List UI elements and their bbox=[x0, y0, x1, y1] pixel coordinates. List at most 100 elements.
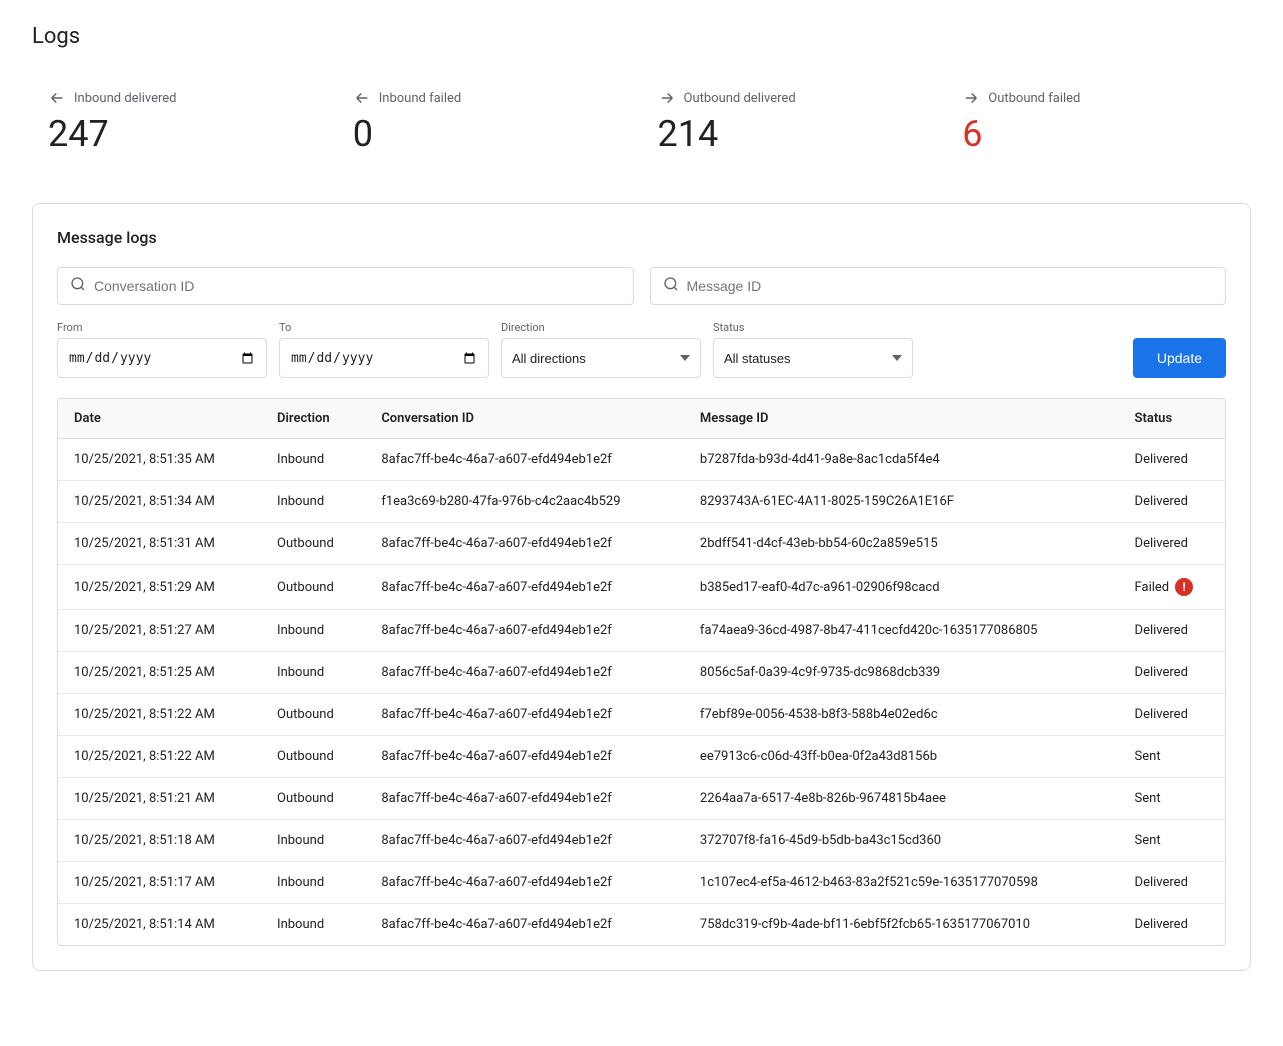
cell-message-id: f7ebf89e-0056-4538-b8f3-588b4e02ed6c bbox=[684, 694, 1119, 736]
table-row[interactable]: 10/25/2021, 8:51:21 AMOutbound8afac7ff-b… bbox=[58, 778, 1225, 820]
cell-conversation-id: 8afac7ff-be4c-46a7-a607-efd494eb1e2f bbox=[365, 439, 684, 481]
cell-message-id: 372707f8-fa16-45d9-b5db-ba43c15cd360 bbox=[684, 820, 1119, 862]
stat-label-inbound-failed: Inbound failed bbox=[353, 89, 618, 107]
cell-message-id: 8293743A-61EC-4A11-8025-159C26A1E16F bbox=[684, 481, 1119, 523]
logs-table: DateDirectionConversation IDMessage IDSt… bbox=[58, 399, 1225, 945]
card-title: Message logs bbox=[57, 228, 1226, 247]
table-row[interactable]: 10/25/2021, 8:51:34 AMInboundf1ea3c69-b2… bbox=[58, 481, 1225, 523]
stat-label-inbound-delivered: Inbound delivered bbox=[48, 89, 313, 107]
conversation-search-icon bbox=[70, 276, 86, 296]
stat-value-outbound-delivered: 214 bbox=[658, 113, 923, 155]
stat-label-outbound-failed: Outbound failed bbox=[962, 89, 1227, 107]
to-date-input[interactable] bbox=[279, 338, 489, 378]
cell-date: 10/25/2021, 8:51:27 AM bbox=[58, 610, 261, 652]
cell-status: Delivered bbox=[1119, 652, 1225, 694]
table-row[interactable]: 10/25/2021, 8:51:18 AMInbound8afac7ff-be… bbox=[58, 820, 1225, 862]
cell-direction: Inbound bbox=[261, 481, 365, 523]
status-select[interactable]: All statusesDeliveredSentFailed bbox=[713, 338, 913, 378]
direction-label: Direction bbox=[501, 321, 701, 334]
message-search-box bbox=[650, 267, 1227, 305]
cell-message-id: 758dc319-cf9b-4ade-bf11-6ebf5f2fcb65-163… bbox=[684, 904, 1119, 946]
cell-date: 10/25/2021, 8:51:18 AM bbox=[58, 820, 261, 862]
status-label: Status bbox=[713, 321, 913, 334]
cell-conversation-id: 8afac7ff-be4c-46a7-a607-efd494eb1e2f bbox=[365, 862, 684, 904]
stat-icon-outbound-delivered bbox=[658, 89, 676, 107]
stat-outbound-failed: Outbound failed 6 bbox=[946, 77, 1251, 171]
stat-value-inbound-delivered: 247 bbox=[48, 113, 313, 155]
cell-direction: Inbound bbox=[261, 862, 365, 904]
cell-status: Delivered bbox=[1119, 439, 1225, 481]
cell-conversation-id: 8afac7ff-be4c-46a7-a607-efd494eb1e2f bbox=[365, 610, 684, 652]
th-status: Status bbox=[1119, 399, 1225, 439]
stat-value-inbound-failed: 0 bbox=[353, 113, 618, 155]
direction-filter-group: Direction All directionsInboundOutbound bbox=[501, 321, 701, 378]
cell-status: Sent bbox=[1119, 736, 1225, 778]
cell-message-id: b7287fda-b93d-4d41-9a8e-8ac1cda5f4e4 bbox=[684, 439, 1119, 481]
header-row: DateDirectionConversation IDMessage IDSt… bbox=[58, 399, 1225, 439]
stats-row: Inbound delivered 247 Inbound failed 0 O… bbox=[32, 77, 1251, 171]
table-row[interactable]: 10/25/2021, 8:51:27 AMInbound8afac7ff-be… bbox=[58, 610, 1225, 652]
cell-message-id: b385ed17-eaf0-4d7c-a961-02906f98cacd bbox=[684, 565, 1119, 610]
cell-date: 10/25/2021, 8:51:22 AM bbox=[58, 736, 261, 778]
cell-status: Delivered bbox=[1119, 523, 1225, 565]
cell-date: 10/25/2021, 8:51:31 AM bbox=[58, 523, 261, 565]
direction-select[interactable]: All directionsInboundOutbound bbox=[501, 338, 701, 378]
page-title: Logs bbox=[32, 24, 1251, 49]
cell-direction: Inbound bbox=[261, 439, 365, 481]
table-row[interactable]: 10/25/2021, 8:51:29 AMOutbound8afac7ff-b… bbox=[58, 565, 1225, 610]
to-label: To bbox=[279, 321, 489, 334]
cell-direction: Inbound bbox=[261, 820, 365, 862]
table-row[interactable]: 10/25/2021, 8:51:31 AMOutbound8afac7ff-b… bbox=[58, 523, 1225, 565]
cell-direction: Outbound bbox=[261, 565, 365, 610]
cell-date: 10/25/2021, 8:51:29 AM bbox=[58, 565, 261, 610]
cell-status: Delivered bbox=[1119, 694, 1225, 736]
cell-date: 10/25/2021, 8:51:14 AM bbox=[58, 904, 261, 946]
update-button[interactable]: Update bbox=[1133, 338, 1226, 378]
table-row[interactable]: 10/25/2021, 8:51:25 AMInbound8afac7ff-be… bbox=[58, 652, 1225, 694]
cell-message-id: 2bdff541-d4cf-43eb-bb54-60c2a859e515 bbox=[684, 523, 1119, 565]
cell-conversation-id: 8afac7ff-be4c-46a7-a607-efd494eb1e2f bbox=[365, 736, 684, 778]
cell-message-id: ee7913c6-c06d-43ff-b0ea-0f2a43d8156b bbox=[684, 736, 1119, 778]
cell-status: Failed ! bbox=[1119, 565, 1225, 610]
th-date: Date bbox=[58, 399, 261, 439]
message-logs-card: Message logs Fro bbox=[32, 203, 1251, 971]
cell-direction: Outbound bbox=[261, 778, 365, 820]
cell-conversation-id: f1ea3c69-b280-47fa-976b-c4c2aac4b529 bbox=[365, 481, 684, 523]
cell-conversation-id: 8afac7ff-be4c-46a7-a607-efd494eb1e2f bbox=[365, 778, 684, 820]
cell-date: 10/25/2021, 8:51:17 AM bbox=[58, 862, 261, 904]
table-row[interactable]: 10/25/2021, 8:51:22 AMOutbound8afac7ff-b… bbox=[58, 736, 1225, 778]
stat-icon-inbound-delivered bbox=[48, 89, 66, 107]
cell-date: 10/25/2021, 8:51:21 AM bbox=[58, 778, 261, 820]
table-body: 10/25/2021, 8:51:35 AMInbound8afac7ff-be… bbox=[58, 439, 1225, 946]
cell-status: Sent bbox=[1119, 778, 1225, 820]
cell-status: Sent bbox=[1119, 820, 1225, 862]
cell-status: Delivered bbox=[1119, 862, 1225, 904]
stat-value-outbound-failed: 6 bbox=[962, 113, 1227, 155]
logs-table-container: DateDirectionConversation IDMessage IDSt… bbox=[57, 398, 1226, 946]
table-row[interactable]: 10/25/2021, 8:51:14 AMInbound8afac7ff-be… bbox=[58, 904, 1225, 946]
from-filter-group: From bbox=[57, 321, 267, 378]
cell-status: Delivered bbox=[1119, 904, 1225, 946]
status-failed-badge: Failed ! bbox=[1135, 578, 1209, 596]
cell-direction: Outbound bbox=[261, 523, 365, 565]
stat-outbound-delivered: Outbound delivered 214 bbox=[642, 77, 947, 171]
cell-date: 10/25/2021, 8:51:35 AM bbox=[58, 439, 261, 481]
cell-date: 10/25/2021, 8:51:25 AM bbox=[58, 652, 261, 694]
cell-conversation-id: 8afac7ff-be4c-46a7-a607-efd494eb1e2f bbox=[365, 565, 684, 610]
table-row[interactable]: 10/25/2021, 8:51:35 AMInbound8afac7ff-be… bbox=[58, 439, 1225, 481]
from-date-input[interactable] bbox=[57, 338, 267, 378]
message-id-input[interactable] bbox=[687, 278, 1214, 294]
conversation-id-input[interactable] bbox=[94, 278, 621, 294]
to-filter-group: To bbox=[279, 321, 489, 378]
filters-row: From To Direction All directionsInboundO… bbox=[57, 321, 1226, 378]
cell-direction: Inbound bbox=[261, 904, 365, 946]
cell-status: Delivered bbox=[1119, 610, 1225, 652]
cell-direction: Inbound bbox=[261, 610, 365, 652]
cell-conversation-id: 8afac7ff-be4c-46a7-a607-efd494eb1e2f bbox=[365, 652, 684, 694]
message-search-icon bbox=[663, 276, 679, 296]
status-filter-group: Status All statusesDeliveredSentFailed bbox=[713, 321, 913, 378]
stat-inbound-failed: Inbound failed 0 bbox=[337, 77, 642, 171]
table-row[interactable]: 10/25/2021, 8:51:17 AMInbound8afac7ff-be… bbox=[58, 862, 1225, 904]
th-direction: Direction bbox=[261, 399, 365, 439]
table-row[interactable]: 10/25/2021, 8:51:22 AMOutbound8afac7ff-b… bbox=[58, 694, 1225, 736]
